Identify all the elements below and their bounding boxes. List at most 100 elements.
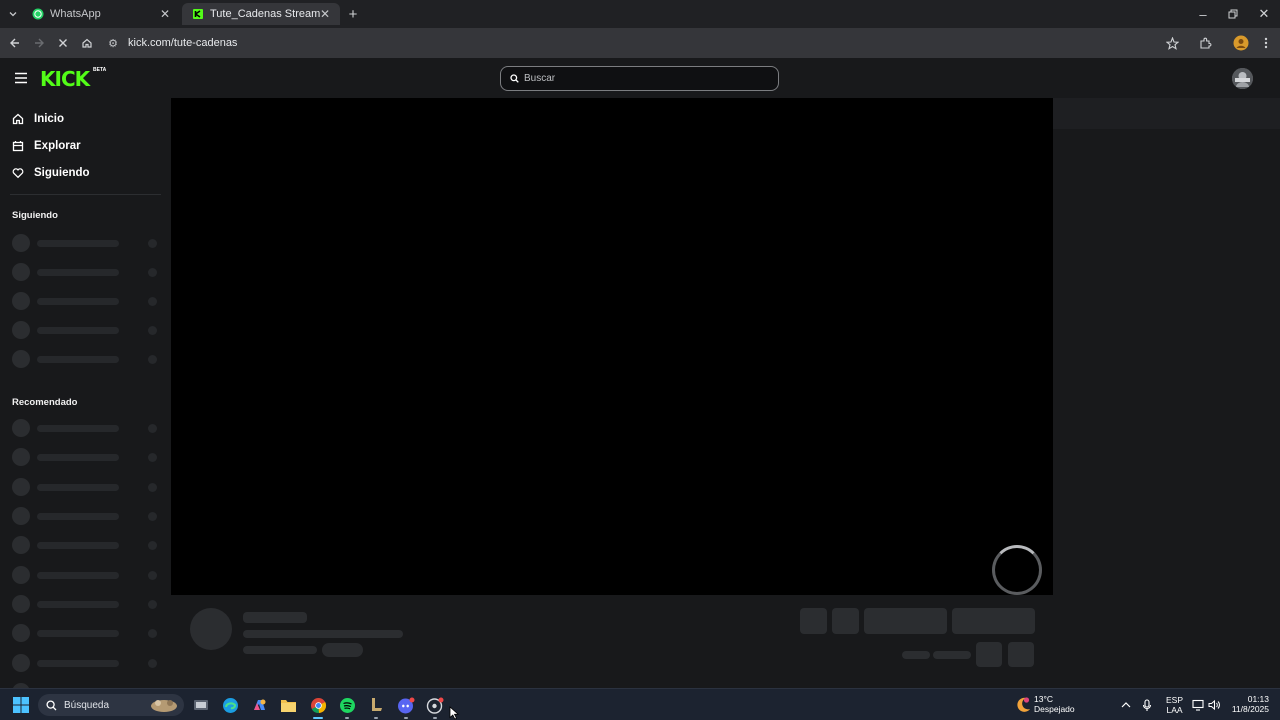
close-icon [59,39,67,47]
copilot-icon [253,699,265,710]
browser-toolbar: ⚙ kick.com/tute-cadenas [0,28,1280,58]
category-placeholder [243,646,317,654]
taskbar-app-chrome[interactable] [308,695,328,719]
close-icon[interactable]: ✕ [160,7,170,21]
subscribe-button-placeholder [952,608,1035,634]
uptime-placeholder [933,651,971,659]
heart-icon [12,168,24,179]
extensions-button[interactable] [1196,34,1214,52]
active-indicator [345,717,349,719]
windows-icon [13,697,29,713]
taskbar-app-edge[interactable] [220,695,240,715]
minimize-button[interactable]: – [1194,5,1212,23]
compass-icon [12,141,24,152]
avatar-icon [1232,68,1253,89]
start-button[interactable] [11,695,31,715]
menu-button[interactable] [1257,34,1275,52]
taskbar-app-copilot[interactable] [249,695,269,715]
show-hidden-icons-button[interactable] [1116,695,1136,715]
taskbar-app-explorer[interactable] [278,695,298,715]
task-view-button[interactable] [191,695,211,715]
clock-time: 01:13 [1247,694,1269,704]
taskbar: Búsqueda 13°C Despejado ESP LAA 01:13 11… [0,688,1280,720]
language-indicator[interactable]: ESP LAA [1166,695,1183,715]
list-item-placeholder [12,566,162,584]
divider [10,194,161,195]
sidebar-item-inicio[interactable]: Inicio [12,109,64,129]
tab-whatsapp[interactable]: WhatsApp ✕ [22,3,180,25]
sidebar-item-explorar[interactable]: Explorar [12,136,81,156]
list-item-placeholder [12,419,162,437]
star-icon [1165,36,1179,50]
arrow-left-icon [10,38,19,48]
profile-button[interactable] [1232,34,1250,52]
list-item-placeholder [12,507,162,525]
menu-icon [15,72,27,84]
video-player[interactable] [171,98,1053,595]
restore-icon [1228,9,1238,19]
taskbar-app-league[interactable] [366,695,386,719]
action-button-placeholder [800,608,827,634]
tab-kick-stream[interactable]: Tute_Cadenas Stream - Watch Live ✕ [182,3,340,25]
list-item-placeholder [12,595,162,613]
list-item-placeholder [12,263,162,281]
search-icon [510,74,519,83]
home-button[interactable] [78,34,96,52]
restore-button[interactable] [1224,5,1242,23]
moon-icon [1017,697,1030,712]
search-icon [46,699,57,710]
whatsapp-icon [32,8,44,20]
chrome-icon [310,697,326,713]
list-item-placeholder [12,350,162,368]
close-icon[interactable]: ✕ [320,7,330,21]
puzzle-icon [1199,37,1211,49]
chat-panel [1053,98,1280,688]
logo-badge: BETA [93,67,107,73]
action-button-placeholder [832,608,859,634]
follow-button-placeholder [864,608,947,634]
taskbar-search-label: Búsqueda [64,699,110,711]
address-bar[interactable]: ⚙ kick.com/tute-cadenas [104,32,1194,54]
site-info-icon[interactable]: ⚙ [104,37,122,50]
section-title-recommended: Recomendado [12,397,78,408]
list-item-placeholder [12,234,162,252]
chat-header-placeholder [1053,98,1280,129]
search-input[interactable]: Buscar [500,66,779,91]
weather-widget[interactable] [1013,695,1033,715]
new-tab-button[interactable]: + [344,5,362,23]
tab-search-button[interactable] [4,5,22,23]
weather-temp: 13°C [1034,694,1053,704]
volume-button[interactable] [1204,695,1224,715]
sidebar-item-label: Explorar [34,140,81,152]
browser-tabstrip: WhatsApp ✕ Tute_Cadenas Stream - Watch L… [0,0,1280,28]
language-code: ESP [1166,695,1184,705]
more-button-placeholder [1008,642,1034,667]
hamburger-menu-button[interactable] [14,71,28,84]
microphone-button[interactable] [1137,695,1157,715]
bookmark-button[interactable] [1163,34,1181,52]
forward-button[interactable] [30,34,48,52]
taskbar-app-spotify[interactable] [337,695,357,719]
close-window-button[interactable]: ✕ [1255,5,1273,23]
taskbar-app-discord[interactable] [396,695,416,719]
sidebar-item-siguiendo[interactable]: Siguiendo [12,163,90,183]
list-item-placeholder [12,654,162,672]
active-indicator [433,717,437,719]
share-button-placeholder [976,642,1002,667]
user-avatar[interactable] [1232,68,1253,89]
taskbar-app-obs[interactable] [425,695,445,719]
section-title-following: Siguiendo [12,210,58,221]
task-view-icon [194,700,208,710]
profile-avatar-icon [1233,35,1249,51]
taskbar-search[interactable]: Búsqueda [38,694,184,716]
stop-loading-button[interactable] [54,34,72,52]
more-vertical-icon [1264,37,1268,49]
arrow-right-icon [35,38,44,48]
home-icon [82,38,92,48]
discord-icon [398,697,415,713]
clock[interactable]: 01:13 11/8/2025 [1229,694,1269,714]
speaker-icon [1208,699,1220,711]
back-button[interactable] [6,34,24,52]
kick-logo[interactable]: KICK BETA [40,67,106,91]
list-item-placeholder [12,292,162,310]
